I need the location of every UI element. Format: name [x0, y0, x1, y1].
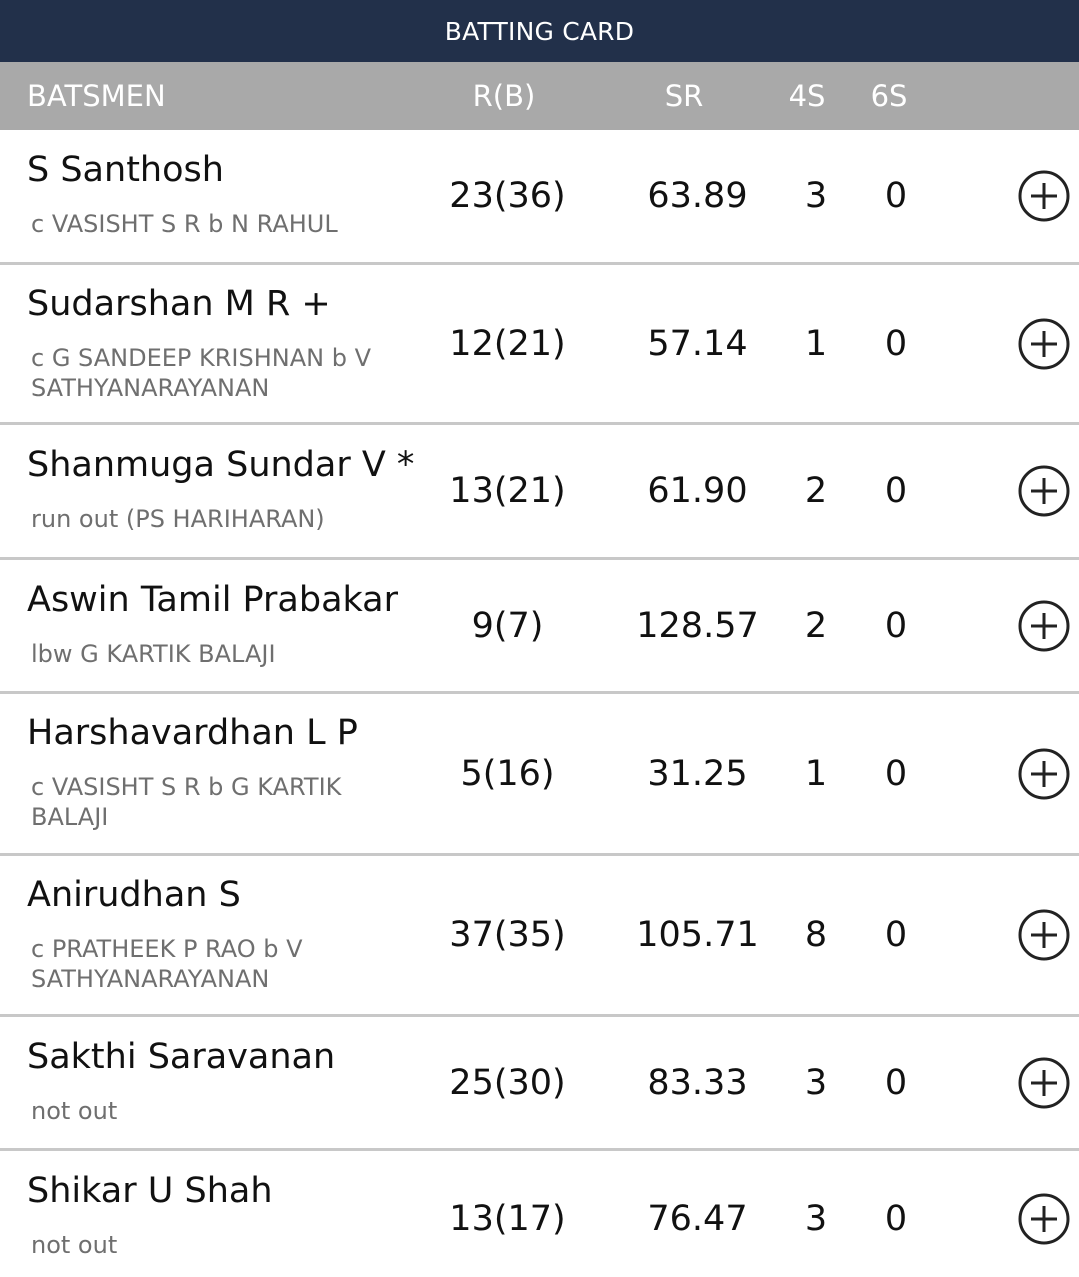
plus-circle-icon[interactable]	[1017, 1056, 1071, 1110]
sixes: 0	[884, 1062, 908, 1103]
batsman-row: Sakthi Saravanan not out 25(30) 83.33 3 …	[0, 1017, 1079, 1151]
batsman-row: Sudarshan M R + c G SANDEEP KRISHNAN b V…	[0, 265, 1079, 425]
page-title: BATTING CARD	[444, 16, 635, 46]
runs-balls: 13(17)	[449, 1199, 566, 1239]
fours: 3	[804, 1062, 828, 1103]
plus-circle-icon[interactable]	[1017, 908, 1071, 962]
batsman-row: Anirudhan S c PRATHEEK P RAO b V SATHYAN…	[0, 856, 1079, 1017]
header-strike-rate: SR	[664, 79, 704, 113]
strike-rate: 83.33	[647, 1062, 748, 1103]
batsman-row: Aswin Tamil Prabakar lbw G KARTIK BALAJI…	[0, 560, 1079, 694]
batting-card-screen: BATTING CARD BATSMEN R(B) SR 4S 6S S San…	[0, 0, 1079, 1277]
dismissal-text: c PRATHEEK P RAO b V SATHYANARAYANAN	[31, 935, 303, 993]
fours: 2	[804, 471, 828, 511]
column-header: BATSMEN R(B) SR 4S 6S	[0, 62, 1079, 130]
fours: 2	[804, 605, 828, 646]
runs-balls: 37(35)	[449, 915, 566, 955]
header-runs-balls: R(B)	[472, 79, 536, 113]
runs-balls: 25(30)	[449, 1062, 566, 1103]
header-sixes: 6S	[870, 79, 908, 113]
runs-balls: 5(16)	[460, 753, 555, 794]
batsman-name: Anirudhan S	[27, 875, 241, 915]
batsman-row: S Santhosh c VASISHT S R b N RAHUL 23(36…	[0, 130, 1079, 265]
strike-rate: 57.14	[647, 323, 748, 364]
header-batsmen: BATSMEN	[27, 79, 166, 113]
batsmen-list: S Santhosh c VASISHT S R b N RAHUL 23(36…	[0, 130, 1079, 1277]
fours: 3	[804, 176, 828, 216]
fours: 3	[804, 1199, 828, 1239]
batsman-name: Shanmuga Sundar V *	[27, 445, 415, 485]
batsman-name: Aswin Tamil Prabakar	[27, 580, 399, 620]
dismissal-text: not out	[31, 1097, 118, 1125]
strike-rate: 76.47	[647, 1199, 748, 1239]
fours: 8	[804, 915, 828, 955]
dismissal-text: c VASISHT S R b N RAHUL	[31, 210, 338, 238]
batsman-name: Sudarshan M R +	[27, 284, 331, 324]
batsman-row: Harshavardhan L P c VASISHT S R b G KART…	[0, 694, 1079, 856]
runs-balls: 23(36)	[449, 176, 566, 216]
sixes: 0	[884, 323, 908, 364]
strike-rate: 63.89	[647, 176, 748, 216]
runs-balls: 12(21)	[449, 323, 566, 364]
plus-circle-icon[interactable]	[1017, 464, 1071, 518]
runs-balls: 13(21)	[449, 471, 566, 511]
batsman-row: Shikar U Shah not out 13(17) 76.47 3 0	[0, 1151, 1079, 1277]
sixes: 0	[884, 471, 908, 511]
batsman-name: Sakthi Saravanan	[27, 1037, 336, 1077]
plus-circle-icon[interactable]	[1017, 1192, 1071, 1246]
sixes: 0	[884, 915, 908, 955]
title-bar: BATTING CARD	[0, 0, 1079, 62]
sixes: 0	[884, 176, 908, 216]
fours: 1	[804, 323, 828, 364]
strike-rate: 128.57	[636, 605, 759, 646]
batsman-row: Shanmuga Sundar V * run out (PS HARIHARA…	[0, 425, 1079, 560]
dismissal-text: not out	[31, 1231, 118, 1259]
strike-rate: 31.25	[647, 753, 748, 794]
runs-balls: 9(7)	[471, 605, 544, 646]
strike-rate: 61.90	[647, 471, 748, 511]
plus-circle-icon[interactable]	[1017, 747, 1071, 801]
plus-circle-icon[interactable]	[1017, 599, 1071, 653]
dismissal-text: c VASISHT S R b G KARTIK BALAJI	[31, 773, 342, 831]
dismissal-text: c G SANDEEP KRISHNAN b V SATHYANARAYANAN	[31, 344, 372, 402]
sixes: 0	[884, 753, 908, 794]
batsman-name: Shikar U Shah	[27, 1171, 273, 1211]
dismissal-text: lbw G KARTIK BALAJI	[31, 640, 276, 668]
fours: 1	[804, 753, 828, 794]
batsman-name: S Santhosh	[27, 150, 224, 190]
plus-circle-icon[interactable]	[1017, 317, 1071, 371]
batsman-name: Harshavardhan L P	[27, 713, 358, 753]
header-fours: 4S	[788, 79, 826, 113]
dismissal-text: run out (PS HARIHARAN)	[31, 505, 325, 533]
plus-circle-icon[interactable]	[1017, 169, 1071, 223]
strike-rate: 105.71	[636, 915, 759, 955]
sixes: 0	[884, 605, 908, 646]
sixes: 0	[884, 1199, 908, 1239]
